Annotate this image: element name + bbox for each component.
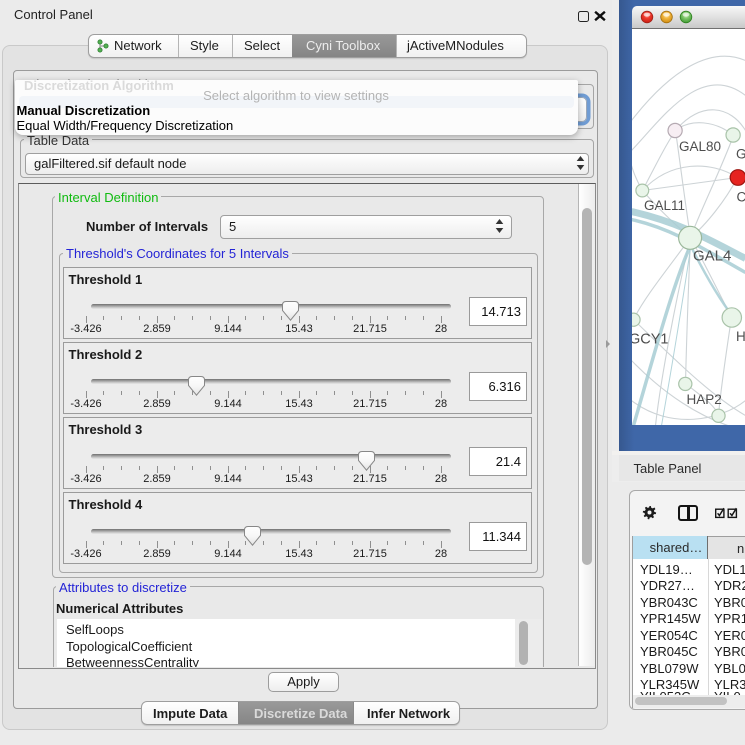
svg-text:C: C bbox=[736, 189, 745, 204]
svg-text:GCY1: GCY1 bbox=[632, 331, 669, 347]
svg-text:HAP2: HAP2 bbox=[686, 392, 721, 407]
svg-text:H: H bbox=[736, 329, 745, 344]
svg-text:GA: GA bbox=[736, 146, 745, 161]
svg-text:GAL80: GAL80 bbox=[679, 139, 721, 154]
svg-text:GAL11: GAL11 bbox=[644, 198, 685, 213]
svg-text:GAL4: GAL4 bbox=[693, 247, 731, 264]
